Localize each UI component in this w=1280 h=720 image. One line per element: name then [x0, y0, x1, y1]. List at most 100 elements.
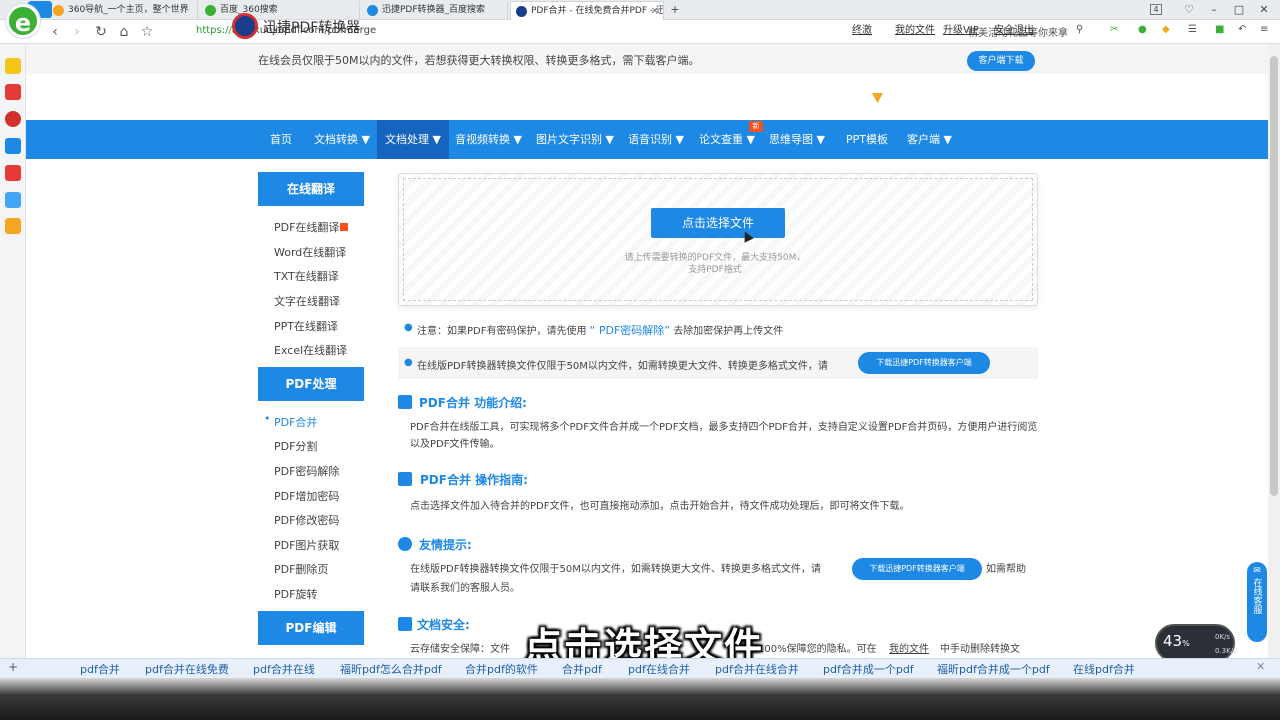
browser-sidebar: [0, 44, 26, 658]
home-icon[interactable]: ⌂: [115, 23, 133, 41]
keyword-item[interactable]: pdf合并: [80, 661, 120, 677]
guide-text: 点击选择文件加入待合并的PDF文件，也可直接拖动添加，点击开始合并，待文件成功处…: [410, 501, 910, 512]
nav-home[interactable]: 首页: [262, 120, 300, 159]
shirt-icon[interactable]: ♡: [1180, 2, 1198, 18]
maximize-icon[interactable]: □: [1230, 2, 1248, 18]
side-item-pdf-delete-page[interactable]: PDF删除页: [274, 561, 328, 577]
tip-help-text: 如需帮助: [986, 564, 1026, 575]
side-item-pdf-unlock[interactable]: PDF密码解除: [274, 463, 339, 479]
intro-icon: [398, 395, 412, 409]
close-window-icon[interactable]: ✕: [1255, 2, 1273, 18]
shield-icon[interactable]: ●: [1138, 24, 1147, 35]
header-link-0[interactable]: 终激: [852, 21, 872, 36]
my-files-link[interactable]: 我的文件: [895, 21, 935, 36]
nav-ocr[interactable]: 图片文字识别 ▼: [528, 120, 622, 159]
notes-icon[interactable]: [5, 192, 21, 208]
reader-icon[interactable]: [5, 218, 21, 234]
keyword-item[interactable]: pdf合并成一个pdf: [823, 661, 914, 677]
mail-icon[interactable]: [5, 138, 21, 154]
tab-pdf-merge[interactable]: PDF合并 - 在线免费合并PDF - 迅 ✕: [510, 1, 664, 20]
favorites-icon[interactable]: [5, 58, 21, 74]
sidebar-app-icon[interactable]: [5, 84, 21, 100]
side-item-pdf-add-password[interactable]: PDF增加密码: [274, 488, 339, 504]
side-item-pdf-split[interactable]: PDF分割: [274, 438, 317, 454]
nav-doc-convert[interactable]: 文档转换 ▼: [306, 120, 378, 159]
logo-text[interactable]: 迅捷PDF转换器: [263, 17, 360, 37]
menu-icon[interactable]: ☰: [1188, 24, 1197, 35]
choose-file-button[interactable]: 点击选择文件: [651, 208, 785, 238]
tip-download-button[interactable]: 下载迅捷PDF转换器客户端: [852, 558, 982, 580]
security-icon[interactable]: ◆: [1162, 24, 1170, 35]
side-item-pdf-translate[interactable]: PDF在线翻译: [274, 219, 349, 235]
logo-icon[interactable]: [232, 13, 258, 39]
keyword-item[interactable]: 福昕pdf怎么合并pdf: [340, 661, 442, 677]
browser-logo-icon[interactable]: e: [6, 4, 40, 38]
tip-title: 友情提示:: [419, 538, 472, 552]
side-head-pdf[interactable]: PDF处理: [258, 367, 364, 401]
side-item-txt-translate[interactable]: TXT在线翻译: [274, 268, 339, 284]
nav-doc-process[interactable]: 文档处理 ▼: [377, 120, 449, 159]
nav-ppt-template[interactable]: PPT模板: [838, 120, 896, 159]
forward-icon[interactable]: ›: [68, 23, 86, 41]
upload-dropzone[interactable]: [398, 173, 1038, 306]
close-keyword-bar-icon[interactable]: ✕: [1256, 660, 1265, 673]
nav-client[interactable]: 客户端 ▼: [899, 120, 960, 159]
hot-badge-icon: [340, 223, 349, 231]
search-icon[interactable]: ⚲: [1076, 24, 1083, 35]
tab-favicon-icon: [516, 6, 527, 17]
upgrade-vip-link[interactable]: 升级VIP: [943, 21, 979, 36]
side-head-translate[interactable]: 在线翻译: [258, 172, 364, 206]
keyword-item[interactable]: pdf合并在线: [253, 661, 315, 677]
side-item-excel-translate[interactable]: Excel在线翻译: [274, 342, 347, 358]
side-item-word-translate[interactable]: Word在线翻译: [274, 244, 346, 260]
undo-icon[interactable]: ↶: [1238, 24, 1246, 35]
side-item-pdf-change-password[interactable]: PDF修改密码: [274, 512, 339, 528]
nav-speech[interactable]: 语音识别 ▼: [620, 120, 692, 159]
weibo-icon[interactable]: [5, 111, 21, 127]
keyword-item[interactable]: pdf在线合并: [628, 661, 690, 677]
tab-count[interactable]: 4: [1150, 4, 1162, 15]
online-service-button[interactable]: ✉ 在线客服: [1247, 562, 1267, 642]
scrollbar-thumb[interactable]: [1270, 56, 1278, 496]
nav-mindmap[interactable]: 思维导图 ▼: [761, 120, 833, 159]
tab-favicon-icon: [367, 5, 378, 16]
side-head-edit[interactable]: PDF编辑: [258, 611, 364, 645]
download-client-button[interactable]: 下载迅捷PDF转换器客户端: [858, 352, 990, 374]
side-item-pdf-rotate[interactable]: PDF旋转: [274, 586, 317, 602]
side-item-text-translate[interactable]: 文字在线翻译: [274, 293, 340, 309]
my-files-inline-link[interactable]: 我的文件: [889, 641, 939, 658]
pdf-unlock-link[interactable]: “ PDF密码解除”: [590, 324, 670, 337]
apps-icon[interactable]: ■: [1215, 24, 1224, 35]
nav-av-convert[interactable]: 音视频转换 ▼: [447, 120, 530, 159]
client-download-button[interactable]: 客户端下载: [967, 51, 1035, 71]
network-speed-widget[interactable]: 43% 0K/s 0.3K/s: [1155, 624, 1237, 662]
side-item-ppt-translate[interactable]: PPT在线翻译: [274, 318, 338, 334]
tip-icon: [398, 537, 412, 551]
side-item-pdf-images[interactable]: PDF图片获取: [274, 537, 339, 553]
upload-hint-format: 支持PDF格式: [688, 265, 742, 275]
keyword-item[interactable]: pdf合并在线免费: [145, 661, 229, 677]
more-icon[interactable]: ≡: [1260, 24, 1268, 35]
keyword-item[interactable]: 合并pdf的软件: [465, 661, 538, 677]
notice-bar: 在线会员仅限于50M以内的文件，若想获得更大转换权限、转换更多格式，需下载客户端…: [26, 44, 1268, 74]
tab-360nav[interactable]: 360导航_一个主页，整个世界: [48, 1, 198, 20]
tab-search[interactable]: 迅捷PDF转换器_百度搜索: [362, 1, 508, 20]
back-icon[interactable]: ‹: [46, 23, 64, 41]
keyword-item[interactable]: 在线pdf合并: [1073, 661, 1135, 677]
keyword-item[interactable]: 合并pdf: [562, 661, 602, 677]
reload-icon[interactable]: ↻: [92, 23, 110, 41]
tab-close-icon[interactable]: ✕: [651, 2, 659, 20]
logout-link[interactable]: 安全退出: [994, 21, 1034, 36]
guide-icon: [398, 472, 412, 486]
minimize-icon[interactable]: –: [1205, 2, 1223, 18]
keyword-item[interactable]: pdf合并在线合并: [715, 661, 799, 677]
game-icon[interactable]: [5, 165, 21, 181]
chevron-down-icon: ▼: [513, 133, 522, 146]
new-tab-icon[interactable]: +: [666, 2, 684, 18]
keyword-item[interactable]: 福昕pdf合并成一个pdf: [937, 661, 1050, 677]
tab-bar: 360导航_一个主页，整个世界 百度_360搜索 迅捷PDF转换器_百度搜索 P…: [0, 0, 1280, 20]
add-icon[interactable]: +: [8, 660, 18, 674]
side-item-pdf-merge[interactable]: PDF合并: [274, 414, 317, 430]
extension-icon[interactable]: ✂: [1110, 24, 1118, 35]
bookmark-star-icon[interactable]: ☆: [138, 23, 156, 41]
